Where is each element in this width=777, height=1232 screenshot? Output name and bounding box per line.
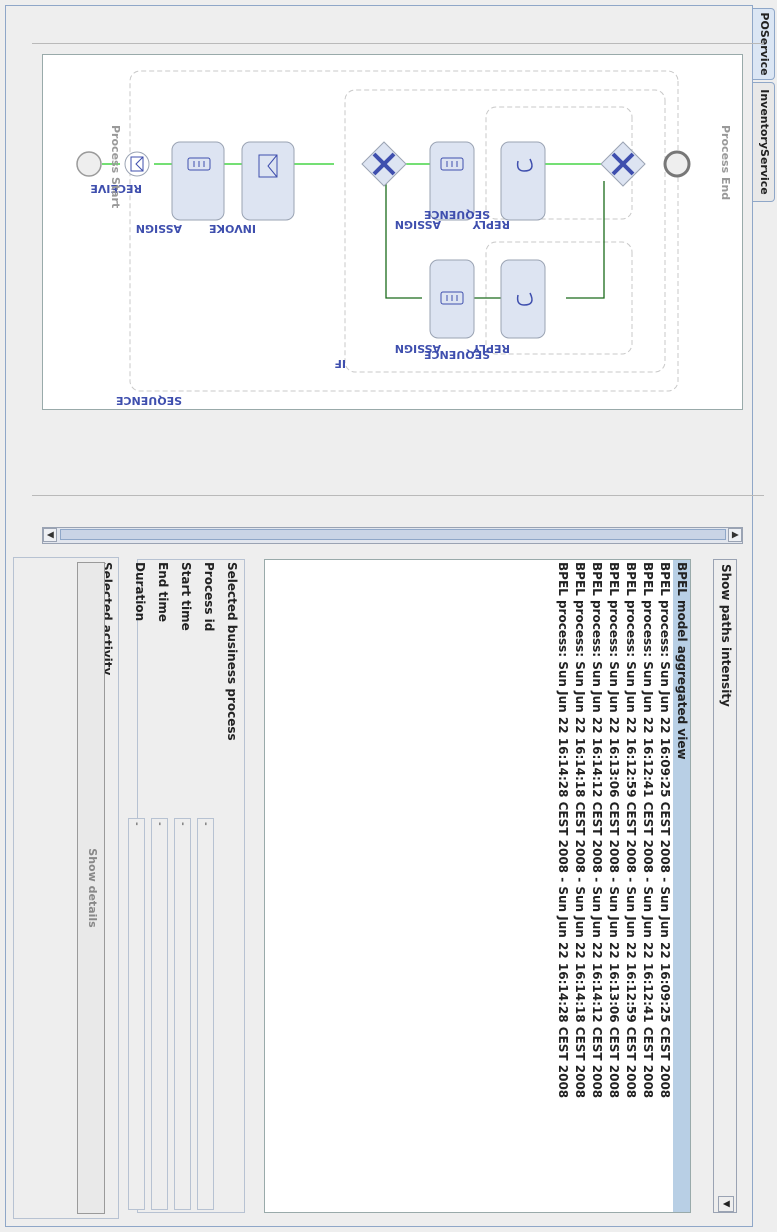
window: POService InventoryService SEQUENCE RECE… [0, 0, 777, 1232]
invoke-label: INVOKE [209, 222, 256, 235]
diagram-scrollbar[interactable]: ▲ ▼ [42, 527, 743, 544]
divider-middle [32, 495, 764, 496]
list-item-aggregated-view[interactable]: BPEL model aggregated view [673, 560, 690, 1212]
assign-activity [171, 141, 225, 221]
receive-activity [124, 151, 150, 177]
end-time-label: End time [156, 562, 170, 622]
process-start-label: Process Start [109, 125, 122, 209]
duration-label: Duration [133, 562, 147, 622]
list-item-process[interactable]: BPEL process: Sun Jun 22 16:09:25 CEST 2… [656, 560, 673, 1212]
combo-arrow-icon[interactable]: ▼ [718, 1196, 734, 1212]
business-process-title: Selected business process [225, 562, 239, 741]
bpel-diagram-canvas: SEQUENCE RECEIVE ASSIGN INVOKE IF SEQUENCE ASS… [42, 54, 743, 410]
if-gateway [361, 141, 407, 187]
divider-top [32, 43, 764, 44]
branch2-assign-label: ASSIGN [395, 342, 441, 355]
list-item-process[interactable]: BPEL process: Sun Jun 22 16:14:18 CEST 2… [571, 560, 588, 1212]
process-start-event [76, 151, 102, 177]
scroll-left-button[interactable]: ▲ [728, 528, 742, 542]
process-end-event [663, 150, 691, 178]
scroll-right-button[interactable]: ▼ [43, 528, 57, 542]
scroll-thumb[interactable] [60, 529, 726, 540]
bpel-diagram: SEQUENCERECEIVEASSIGN INVOKEIFSEQUENCEASS… [76, 70, 691, 407]
branch1-reply-activity [500, 141, 546, 221]
branch1-reply-label: REPLY [472, 218, 510, 231]
process-end-label: Process End [719, 125, 732, 201]
branch2-reply-label: REPLY [472, 342, 510, 355]
show-details-button[interactable]: Show details [77, 562, 105, 1214]
branch1-assign-label: ASSIGN [395, 218, 441, 231]
outer-sequence-label: SEQUENCE [116, 394, 182, 407]
branch2-assign-activity [429, 259, 475, 339]
tab-inventoryservice[interactable]: InventoryService [752, 82, 775, 202]
list-item-process[interactable]: BPEL process: Sun Jun 22 16:14:12 CEST 2… [588, 560, 605, 1212]
process-instance-list[interactable]: BPEL model aggregated view BPEL process: … [264, 559, 691, 1213]
duration-field: - [128, 818, 145, 1210]
list-item-process[interactable]: BPEL process: Sun Jun 22 16:14:28 CEST 2… [554, 560, 571, 1212]
if-label: IF [334, 357, 346, 370]
invoke-activity [241, 141, 295, 221]
list-item-process[interactable]: BPEL process: Sun Jun 22 16:12:59 CEST 2… [622, 560, 639, 1212]
start-time-field: - [174, 818, 191, 1210]
process-id-label: Process id [202, 562, 216, 632]
end-time-field: - [151, 818, 168, 1210]
tab-poservice[interactable]: POService [752, 8, 775, 80]
show-paths-combo[interactable]: Show paths intensity ▼ [713, 559, 737, 1213]
list-item-process[interactable]: BPEL process: Sun Jun 22 16:13:06 CEST 2… [605, 560, 622, 1212]
application-content: POService InventoryService SEQUENCE RECE… [0, 0, 777, 1232]
merge-gateway [600, 141, 646, 187]
process-id-field: - [197, 818, 214, 1210]
assign-label: ASSIGN [136, 222, 182, 235]
show-paths-label: Show paths intensity [719, 564, 733, 707]
list-item-process[interactable]: BPEL process: Sun Jun 22 16:12:41 CEST 2… [639, 560, 656, 1212]
start-time-label: Start time [179, 562, 193, 631]
branch2-reply-activity [500, 259, 546, 339]
